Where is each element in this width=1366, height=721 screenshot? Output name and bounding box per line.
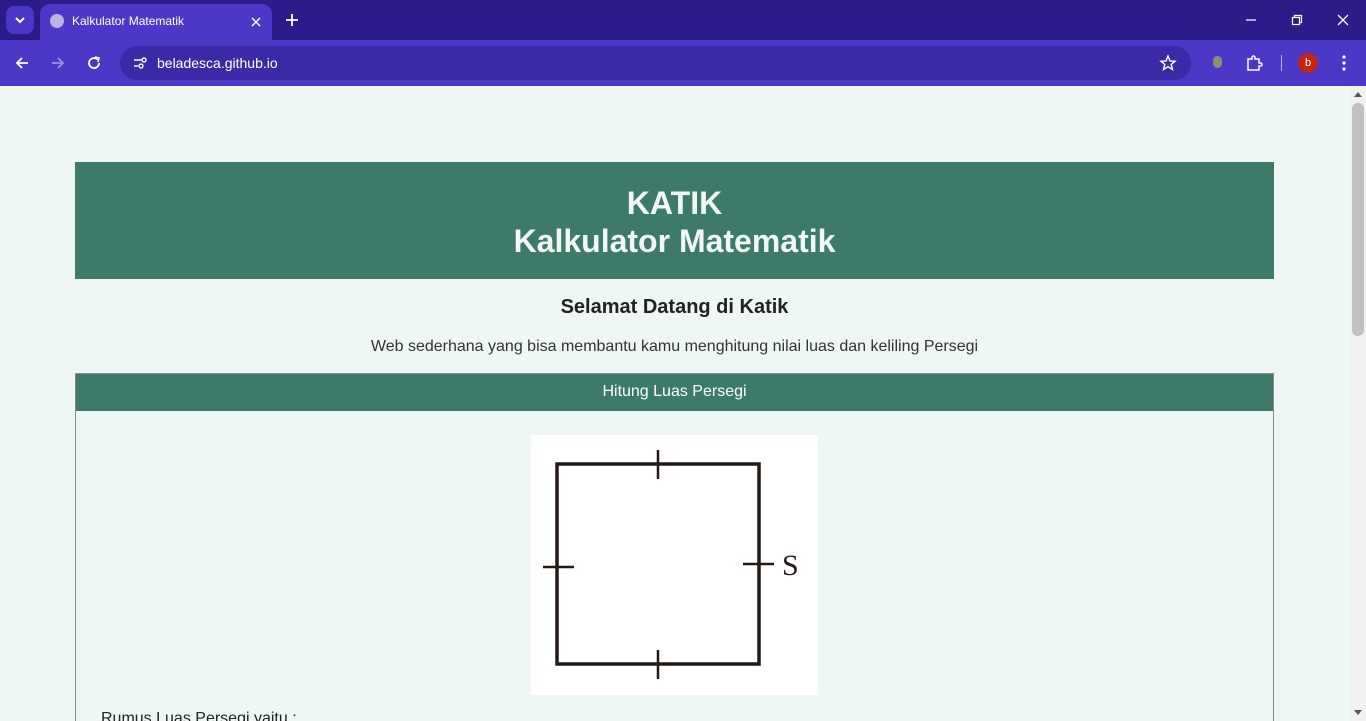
more-vertical-icon — [1342, 55, 1346, 71]
close-icon — [1337, 14, 1349, 26]
minimize-button[interactable] — [1237, 8, 1265, 32]
page-viewport: KATIK Kalkulator Matematik Selamat Datan… — [0, 86, 1350, 721]
formula-intro: Rumus Luas Persegi yaitu : — [101, 710, 297, 721]
site-name: KATIK — [626, 185, 723, 221]
reload-button[interactable] — [80, 49, 108, 77]
site-info-button[interactable] — [128, 51, 152, 75]
extension-icon[interactable] — [1213, 56, 1222, 68]
restore-icon — [1291, 14, 1303, 26]
scroll-up-arrow-icon[interactable] — [1354, 92, 1362, 97]
close-window-button[interactable] — [1329, 8, 1357, 32]
scroll-thumb[interactable] — [1352, 103, 1364, 336]
globe-icon — [50, 14, 64, 28]
welcome-heading: Selamat Datang di Katik — [560, 296, 789, 318]
tune-icon — [134, 57, 147, 69]
page-header: KATIK Kalkulator Matematik — [75, 162, 1274, 279]
arrow-left-icon — [15, 57, 28, 69]
star-icon — [1159, 54, 1177, 72]
scroll-down-arrow-icon[interactable] — [1354, 710, 1362, 715]
extensions-button[interactable] — [1240, 49, 1268, 77]
square-diagram: S — [531, 435, 818, 695]
back-button[interactable] — [8, 49, 36, 77]
browser-tab[interactable]: Kalkulator Matematik — [40, 4, 272, 40]
site-subtitle: Kalkulator Matematik — [513, 223, 836, 259]
tab-strip: Kalkulator Matematik — [0, 0, 1366, 40]
address-bar[interactable]: beladesca.github.io — [120, 46, 1191, 80]
plus-icon — [286, 14, 298, 26]
puzzle-icon — [1247, 55, 1263, 71]
browser-toolbar: beladesca.github.io b — [0, 40, 1366, 86]
reload-icon — [88, 56, 100, 69]
url-text: beladesca.github.io — [157, 55, 278, 71]
restore-button[interactable] — [1283, 8, 1311, 32]
tab-search-button[interactable] — [6, 6, 34, 34]
close-icon — [251, 17, 261, 27]
side-label: S — [782, 549, 799, 582]
toolbar-divider — [1281, 55, 1282, 71]
minimize-icon — [1246, 19, 1256, 21]
site-description: Web sederhana yang bisa membantu kamu me… — [370, 338, 979, 355]
new-tab-button[interactable] — [280, 8, 304, 32]
chevron-down-icon — [15, 17, 25, 24]
card-title: Hitung Luas Persegi — [76, 374, 1273, 411]
arrow-right-icon — [52, 57, 65, 69]
bookmark-button[interactable] — [1157, 52, 1179, 74]
browser-menu-button[interactable] — [1330, 49, 1358, 77]
area-calculator-card: Hitung Luas Persegi S Rumus Luas Persegi… — [75, 373, 1274, 721]
forward-button[interactable] — [44, 49, 72, 77]
profile-avatar[interactable]: b — [1298, 53, 1318, 73]
page-scrollbar[interactable] — [1350, 86, 1366, 721]
tab-close-button[interactable] — [246, 12, 266, 32]
tab-title: Kalkulator Matematik — [72, 14, 185, 28]
